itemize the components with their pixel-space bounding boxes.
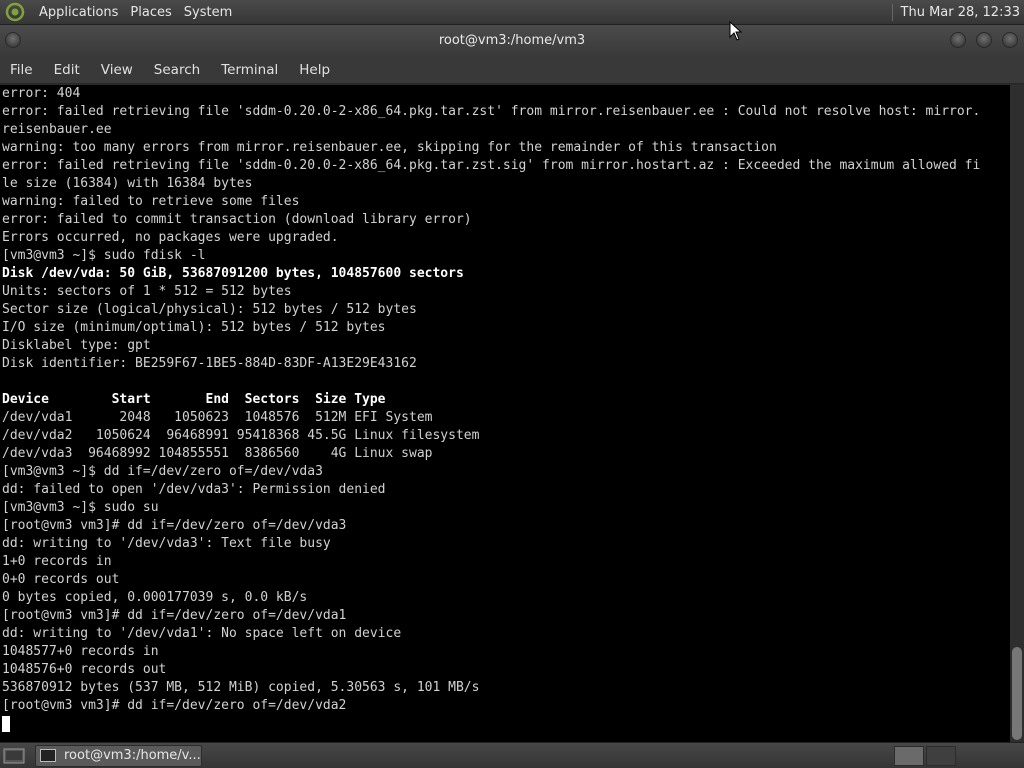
terminal-line: 1048576+0 records out bbox=[2, 662, 167, 677]
terminal-line: /dev/vda3 96468992 104855551 8386560 4G … bbox=[2, 446, 433, 461]
bottom-panel: root@vm3:/home/v... bbox=[0, 742, 1024, 768]
terminal-scrollbar[interactable] bbox=[1010, 85, 1024, 742]
maximize-icon[interactable] bbox=[976, 32, 992, 48]
terminal-line: 536870912 bytes (537 MB, 512 MiB) copied… bbox=[2, 680, 480, 695]
menu-help[interactable]: Help bbox=[289, 56, 341, 84]
terminal-menubar: File Edit View Search Terminal Help bbox=[0, 56, 1024, 84]
distro-logo-icon[interactable] bbox=[5, 2, 25, 22]
window-menu-icon[interactable] bbox=[5, 32, 21, 48]
terminal-line: error: failed to commit transaction (dow… bbox=[2, 212, 472, 227]
close-icon[interactable] bbox=[1002, 32, 1018, 48]
terminal-line: Device Start End Sectors Size Type bbox=[2, 392, 386, 407]
window-titlebar[interactable]: root@vm3:/home/vm3 bbox=[0, 25, 1024, 56]
panel-separator bbox=[891, 3, 893, 21]
terminal-line: error: failed retrieving file 'sddm-0.20… bbox=[2, 104, 981, 119]
terminal-line: Sector size (logical/physical): 512 byte… bbox=[2, 302, 417, 317]
terminal-line: 0 bytes copied, 0.000177039 s, 0.0 kB/s bbox=[2, 590, 308, 605]
terminal-icon bbox=[40, 749, 56, 762]
menu-terminal[interactable]: Terminal bbox=[211, 56, 289, 84]
taskbar-window-label: root@vm3:/home/v... bbox=[64, 748, 201, 763]
workspace-2[interactable] bbox=[926, 746, 956, 766]
terminal-line: warning: too many errors from mirror.rei… bbox=[2, 140, 777, 155]
terminal-line: 1+0 records in bbox=[2, 554, 112, 569]
terminal-line: 1048577+0 records in bbox=[2, 644, 159, 659]
terminal-line: /dev/vda1 2048 1050623 1048576 512M EFI … bbox=[2, 410, 433, 425]
terminal-line: Units: sectors of 1 * 512 = 512 bytes bbox=[2, 284, 292, 299]
menu-search[interactable]: Search bbox=[144, 56, 211, 84]
terminal-line: Disklabel type: gpt bbox=[2, 338, 151, 353]
terminal-line: dd: writing to '/dev/vda1': No space lef… bbox=[2, 626, 402, 641]
terminal-line: [root@vm3 vm3]# dd if=/dev/zero of=/dev/… bbox=[2, 698, 347, 713]
terminal-line: Disk /dev/vda: 50 GiB, 53687091200 bytes… bbox=[2, 266, 464, 281]
terminal-line: [vm3@vm3 ~]$ sudo fdisk -l bbox=[2, 248, 206, 263]
terminal-line: Errors occurred, no packages were upgrad… bbox=[2, 230, 339, 245]
places-menu[interactable]: Places bbox=[124, 0, 177, 25]
terminal-line: dd: failed to open '/dev/vda3': Permissi… bbox=[2, 482, 386, 497]
terminal-lines: error: 404 error: failed retrieving file … bbox=[2, 85, 1008, 715]
terminal-line: [root@vm3 vm3]# dd if=/dev/zero of=/dev/… bbox=[2, 518, 347, 533]
scrollbar-thumb[interactable] bbox=[1012, 647, 1022, 740]
taskbar-window-button[interactable]: root@vm3:/home/v... bbox=[35, 744, 202, 767]
terminal-line: 0+0 records out bbox=[2, 572, 120, 587]
applications-menu[interactable]: Applications bbox=[33, 0, 124, 25]
workspace-1[interactable] bbox=[894, 746, 924, 766]
terminal-line: /dev/vda2 1050624 96468991 95418368 45.5… bbox=[2, 428, 480, 443]
terminal-line: warning: failed to retrieve some files bbox=[2, 194, 300, 209]
minimize-icon[interactable] bbox=[950, 32, 966, 48]
show-desktop-icon[interactable] bbox=[3, 747, 25, 765]
window-title: root@vm3:/home/vm3 bbox=[438, 33, 586, 48]
menu-file[interactable]: File bbox=[0, 56, 44, 84]
top-panel: Applications Places System Thu Mar 28, 1… bbox=[0, 0, 1024, 25]
menu-view[interactable]: View bbox=[91, 56, 144, 84]
clock[interactable]: Thu Mar 28, 12:33 bbox=[901, 5, 1024, 20]
terminal-line: error: failed retrieving file 'sddm-0.20… bbox=[2, 158, 981, 173]
terminal-line: [vm3@vm3 ~]$ dd if=/dev/zero of=/dev/vda… bbox=[2, 464, 323, 479]
text-cursor bbox=[2, 716, 10, 732]
terminal-line: dd: writing to '/dev/vda3': Text file bu… bbox=[2, 536, 331, 551]
terminal-output[interactable]: error: 404 error: failed retrieving file … bbox=[0, 85, 1010, 742]
terminal-line: Disk identifier: BE259F67-1BE5-884D-83DF… bbox=[2, 356, 417, 371]
system-menu[interactable]: System bbox=[178, 0, 238, 25]
terminal-line: reisenbauer.ee bbox=[2, 122, 112, 137]
terminal-line: le size (16384) with 16384 bytes bbox=[2, 176, 253, 191]
terminal-line: I/O size (minimum/optimal): 512 bytes / … bbox=[2, 320, 386, 335]
menu-edit[interactable]: Edit bbox=[44, 56, 91, 84]
terminal-line: error: 404 bbox=[2, 86, 81, 101]
terminal-line: [root@vm3 vm3]# dd if=/dev/zero of=/dev/… bbox=[2, 608, 347, 623]
terminal-line: [vm3@vm3 ~]$ sudo su bbox=[2, 500, 159, 515]
